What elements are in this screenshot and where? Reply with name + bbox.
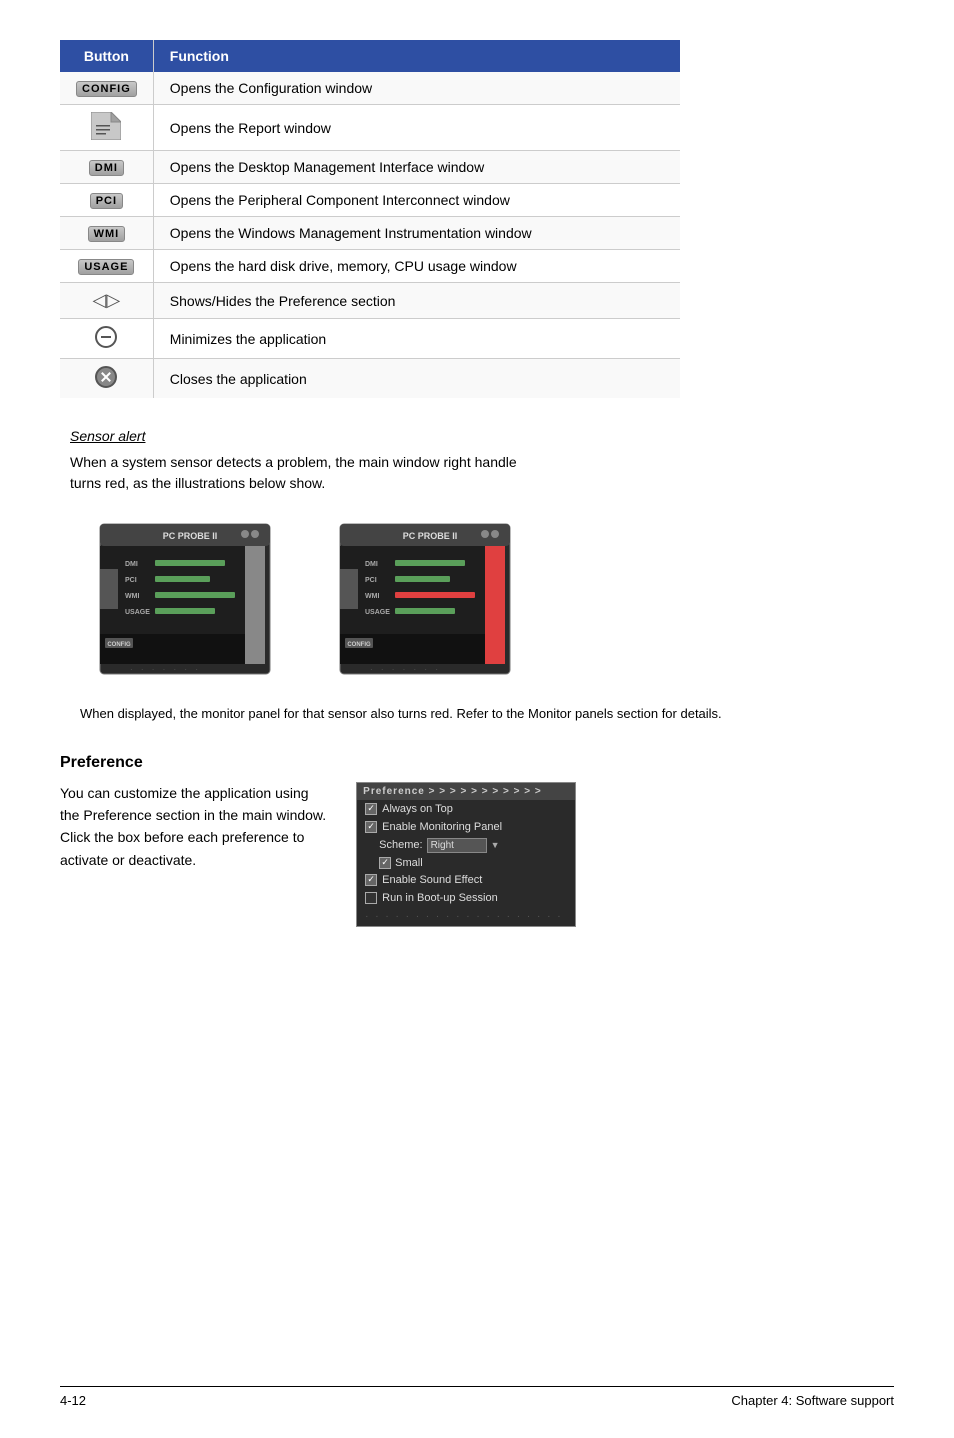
sensor-caption: When displayed, the monitor panel for th… (70, 704, 894, 724)
pref-title-bar: Preference > > > > > > > > > > > (357, 783, 575, 800)
pref-label-enable-monitoring: Enable Monitoring Panel (382, 821, 502, 833)
pref-scheme-row: Scheme: ▼ (357, 836, 575, 855)
sensor-alert-title: Sensor alert (70, 428, 894, 444)
table-row: USAGE Opens the hard disk drive, memory,… (60, 250, 680, 283)
function-cell: Opens the Desktop Management Interface w… (153, 151, 680, 184)
pref-bottom-decoration: · · · · · · · · · · · · · · · · · · · · (357, 907, 575, 926)
button-cell (60, 359, 153, 399)
svg-text:PC PROBE II: PC PROBE II (403, 531, 458, 541)
button-cell (60, 319, 153, 359)
svg-text:PC PROBE II: PC PROBE II (163, 531, 218, 541)
pref-checkbox-bootup[interactable] (365, 892, 377, 904)
svg-text:CONFIG: CONFIG (347, 642, 371, 648)
page-number: 4-12 (60, 1393, 86, 1408)
preference-panel: Preference > > > > > > > > > > > Always … (356, 782, 576, 927)
svg-text:PCI: PCI (125, 577, 137, 584)
probe-alert: PC PROBE II DMI PCI WMI USAGE (330, 514, 530, 684)
pref-scheme-label: Scheme: (379, 839, 422, 851)
table-row: Opens the Report window (60, 105, 680, 151)
probes-container: PC PROBE II DMI PCI WMI USAGE (90, 514, 894, 684)
pref-label-sound: Enable Sound Effect (382, 874, 482, 886)
table-row: Minimizes the application (60, 319, 680, 359)
button-cell: DMI (60, 151, 153, 184)
probe-normal: PC PROBE II DMI PCI WMI USAGE (90, 514, 290, 684)
dmi-button-icon: DMI (89, 160, 124, 176)
report-button-icon (91, 112, 121, 140)
svg-text:CONFIG: CONFIG (107, 642, 131, 648)
arrows-button-icon: ◁▷ (93, 290, 121, 310)
sensor-alert-description: When a system sensor detects a problem, … (70, 452, 894, 494)
pref-label-always-on-top: Always on Top (382, 803, 453, 815)
preference-section: Preference You can customize the applica… (60, 754, 894, 927)
function-cell: Minimizes the application (153, 319, 680, 359)
pref-label-bootup: Run in Boot-up Session (382, 892, 498, 904)
pref-checkbox-enable-monitoring[interactable] (365, 821, 377, 833)
svg-text:USAGE: USAGE (365, 609, 390, 616)
preference-layout: You can customize the application using … (60, 782, 894, 927)
pref-item-always-on-top: Always on Top (357, 800, 575, 818)
table-row: CONFIG Opens the Configuration window (60, 72, 680, 105)
probe-alert-svg: PC PROBE II DMI PCI WMI USAGE (330, 514, 530, 684)
svg-text:USAGE: USAGE (125, 609, 150, 616)
svg-text:· · · · · · ·: · · · · · · · (370, 665, 441, 674)
pref-checkbox-sound[interactable] (365, 874, 377, 886)
table-row: PCI Opens the Peripheral Component Inter… (60, 184, 680, 217)
pref-small-row: Small (357, 855, 575, 871)
pref-scheme-dropdown-icon[interactable]: ▼ (491, 840, 500, 850)
svg-text:PCI: PCI (365, 577, 377, 584)
table-row: DMI Opens the Desktop Management Interfa… (60, 151, 680, 184)
pref-scheme-input[interactable] (427, 838, 487, 853)
sensor-alert-section: Sensor alert When a system sensor detect… (60, 428, 894, 724)
preference-title: Preference (60, 754, 894, 772)
button-cell (60, 105, 153, 151)
probe-normal-svg: PC PROBE II DMI PCI WMI USAGE (90, 514, 290, 684)
function-cell: Closes the application (153, 359, 680, 399)
button-cell: WMI (60, 217, 153, 250)
preference-description: You can customize the application using … (60, 782, 326, 872)
function-cell: Opens the Report window (153, 105, 680, 151)
wmi-button-icon: WMI (88, 226, 126, 242)
table-row: ◁▷ Shows/Hides the Preference section (60, 283, 680, 319)
function-cell: Opens the Configuration window (153, 72, 680, 105)
config-button-icon: CONFIG (76, 81, 137, 97)
pref-item-enable-monitoring: Enable Monitoring Panel (357, 818, 575, 836)
col-function-header: Function (153, 40, 680, 72)
function-cell: Opens the Peripheral Component Interconn… (153, 184, 680, 217)
pref-label-small: Small (395, 857, 423, 869)
pci-button-icon: PCI (90, 193, 123, 209)
chapter-label: Chapter 4: Software support (731, 1393, 894, 1408)
button-cell: CONFIG (60, 72, 153, 105)
button-function-table: Button Function CONFIG Opens the Configu… (60, 40, 680, 398)
button-cell: USAGE (60, 250, 153, 283)
svg-text:WMI: WMI (125, 593, 139, 600)
pref-checkbox-always-on-top[interactable] (365, 803, 377, 815)
button-cell: PCI (60, 184, 153, 217)
pref-item-bootup: Run in Boot-up Session (357, 889, 575, 907)
table-row: WMI Opens the Windows Management Instrum… (60, 217, 680, 250)
svg-text:DMI: DMI (125, 561, 138, 568)
pref-item-sound: Enable Sound Effect (357, 871, 575, 889)
svg-text:WMI: WMI (365, 593, 379, 600)
pref-checkbox-small[interactable] (379, 857, 391, 869)
page-footer: 4-12 Chapter 4: Software support (60, 1386, 894, 1408)
svg-text:DMI: DMI (365, 561, 378, 568)
col-button-header: Button (60, 40, 153, 72)
function-cell: Opens the hard disk drive, memory, CPU u… (153, 250, 680, 283)
button-cell: ◁▷ (60, 283, 153, 319)
function-cell: Shows/Hides the Preference section (153, 283, 680, 319)
svg-text:· · · · · · ·: · · · · · · · (130, 665, 201, 674)
table-row: Closes the application (60, 359, 680, 399)
close-button-icon (95, 366, 117, 388)
function-cell: Opens the Windows Management Instrumenta… (153, 217, 680, 250)
usage-button-icon: USAGE (78, 259, 134, 275)
minimize-button-icon (95, 326, 117, 348)
